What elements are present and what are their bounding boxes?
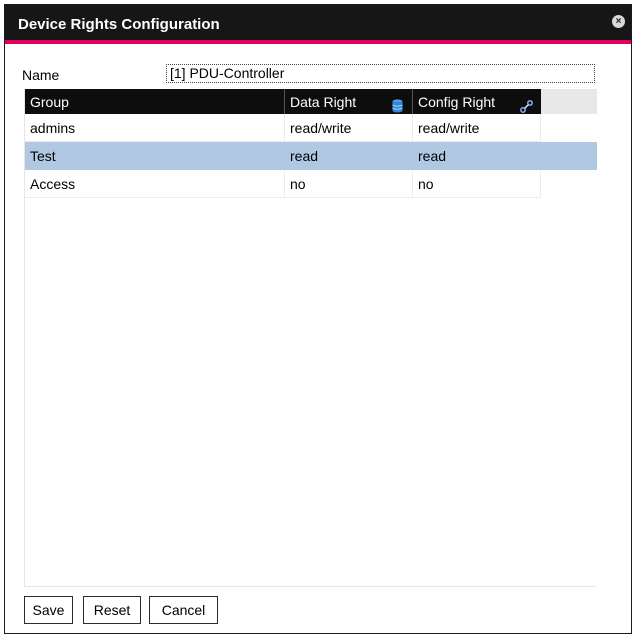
table-row[interactable]: Access no no (25, 170, 597, 198)
column-header-label: Group (30, 94, 69, 110)
rights-grid: Group Data Right Config Right admins rea… (24, 89, 597, 587)
save-button[interactable]: Save (24, 596, 73, 624)
cell-group: Access (25, 170, 285, 198)
column-header-group[interactable]: Group (25, 89, 285, 114)
table-row[interactable]: admins read/write read/write (25, 114, 597, 142)
cell-data-right: read (290, 148, 319, 164)
titlebar-accent-bar (5, 40, 631, 44)
column-header-label: Config Right (418, 94, 496, 110)
name-field[interactable]: [1] PDU-Controller (166, 64, 595, 83)
grid-header: Group Data Right Config Right (25, 89, 541, 114)
reset-button[interactable]: Reset (83, 596, 141, 624)
dialog-title: Device Rights Configuration (18, 16, 220, 33)
column-header-data-right[interactable]: Data Right (285, 89, 413, 114)
cell-config-right: read/write (413, 114, 541, 142)
cell-group: Test (30, 148, 56, 164)
close-icon[interactable]: × (612, 15, 625, 28)
device-rights-dialog: Device Rights Configuration × Name [1] P… (4, 4, 632, 634)
dialog-titlebar: Device Rights Configuration × (5, 5, 631, 40)
cancel-button[interactable]: Cancel (149, 596, 218, 624)
table-row-selected[interactable]: Test read read (25, 142, 597, 170)
name-label: Name (22, 67, 60, 83)
cell-config-right: read (418, 148, 447, 164)
grid-header-filler (541, 89, 597, 114)
cell-config-right: no (413, 170, 541, 198)
cell-group: admins (25, 114, 285, 142)
column-header-config-right[interactable]: Config Right (413, 89, 541, 114)
column-header-label: Data Right (290, 94, 357, 110)
cell-data-right: no (285, 170, 413, 198)
cell-data-right: read/write (285, 114, 413, 142)
